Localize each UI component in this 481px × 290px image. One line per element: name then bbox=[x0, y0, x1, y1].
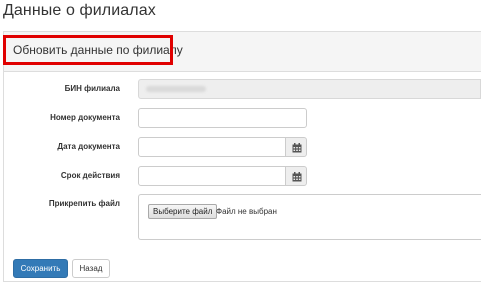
back-button[interactable]: Назад bbox=[72, 259, 110, 278]
file-status-text: Файл не выбран bbox=[216, 207, 277, 216]
bin-value-redacted bbox=[146, 86, 206, 92]
page-title: Данные о филиалах bbox=[3, 2, 156, 19]
bin-field bbox=[138, 79, 481, 99]
calendar-icon bbox=[292, 172, 302, 182]
doc-number-input[interactable] bbox=[138, 108, 307, 128]
attach-file-label: Прикрепить файл bbox=[48, 199, 120, 208]
validity-date-input[interactable] bbox=[138, 166, 286, 186]
bin-label: БИН филиала bbox=[64, 84, 120, 93]
doc-date-calendar-button[interactable] bbox=[285, 137, 307, 157]
file-upload-field: Выберите файл Файл не выбран bbox=[138, 194, 481, 240]
doc-date-input[interactable] bbox=[138, 137, 286, 157]
calendar-icon bbox=[292, 143, 302, 153]
choose-file-button[interactable]: Выберите файл bbox=[148, 204, 218, 219]
save-button[interactable]: Сохранить bbox=[13, 259, 68, 278]
doc-date-label: Дата документа bbox=[57, 142, 120, 151]
highlight-annotation bbox=[3, 35, 173, 65]
validity-label: Срок действия bbox=[60, 171, 120, 180]
validity-calendar-button[interactable] bbox=[285, 166, 307, 186]
doc-number-label: Номер документа bbox=[50, 113, 120, 122]
